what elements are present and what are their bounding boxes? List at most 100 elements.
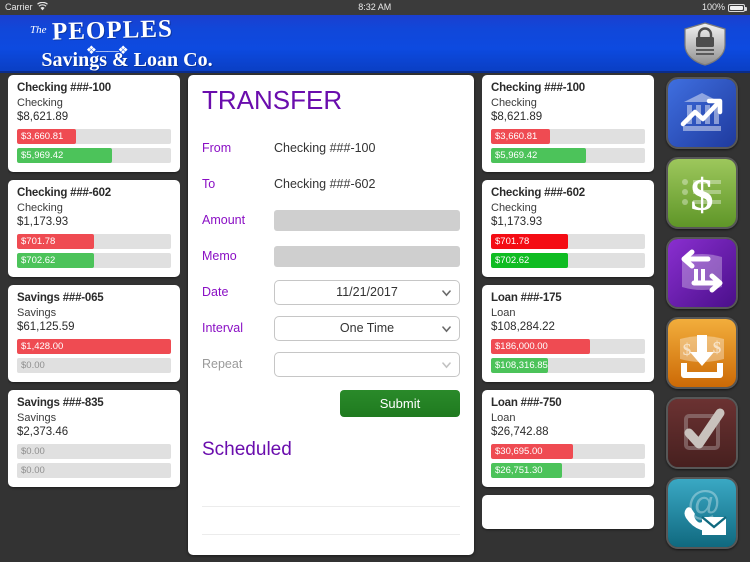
account-card[interactable]: Checking ###-100 Checking $8,621.89 $3,660.…	[482, 75, 654, 172]
account-bar-track: $702.62	[491, 253, 645, 268]
account-bar-track: $30,695.00	[491, 444, 645, 459]
account-bar-label: $5,969.42	[495, 150, 538, 161]
account-bar-label: $702.62	[495, 255, 530, 266]
brand-logo[interactable]: The PEOPLES ❖——❖ Savings & Loan Co.	[22, 15, 232, 71]
transfer-panel: TRANSFER From Checking ###-100 To Checki…	[188, 75, 474, 555]
account-name: Checking ###-100	[17, 82, 111, 94]
action-toolbar: $ $ $ @	[654, 75, 750, 562]
account-type: Savings	[17, 412, 57, 424]
logo-peoples-word: PEOPLES	[51, 15, 174, 46]
account-balance: $2,373.46	[17, 426, 69, 438]
account-card[interactable]: Checking ###-100 Checking $8,621.89 $3,660.…	[8, 75, 180, 172]
account-name: Savings ###-835	[17, 397, 104, 409]
scheduled-row[interactable]	[202, 507, 460, 535]
account-bar-track: $5,969.42	[491, 148, 645, 163]
account-card[interactable]: Loan ###-750 Loan $26,742.88 $30,695.00 $26,…	[482, 390, 654, 487]
account-name: Checking ###-602	[491, 187, 585, 199]
account-bar-track: $3,660.81	[491, 129, 645, 144]
account-bar-label: $5,969.42	[21, 150, 64, 161]
account-card[interactable]: Checking ###-602 Checking $1,173.93 $701.78…	[8, 180, 180, 277]
to-label: To	[202, 177, 216, 191]
account-name: Checking ###-602	[17, 187, 111, 199]
carrier-label: Carrier	[5, 2, 33, 12]
accounts-overview-icon[interactable]	[666, 77, 738, 149]
date-row: Date 11/21/2017	[202, 274, 460, 310]
account-bar-track: $701.78	[17, 234, 171, 249]
account-card[interactable]: Savings ###-065 Savings $61,125.59 $1,428.0…	[8, 285, 180, 382]
account-type: Loan	[491, 307, 516, 319]
wifi-icon	[36, 1, 48, 14]
logo-subtitle: Savings & Loan Co.	[41, 49, 213, 71]
account-bar-label: $26,751.30	[495, 465, 543, 476]
submit-button[interactable]: Submit	[340, 390, 460, 417]
account-balance: $8,621.89	[491, 111, 543, 123]
account-bar-track: $26,751.30	[491, 463, 645, 478]
repeat-select[interactable]	[274, 351, 460, 377]
scheduled-row[interactable]	[202, 479, 460, 507]
account-name: Savings ###-065	[17, 292, 104, 304]
status-bar: Carrier 8:32 AM 100%	[0, 0, 750, 15]
account-bar-track: $701.78	[491, 234, 645, 249]
account-bar-label: $0.00	[21, 360, 45, 371]
battery-percent-label: 100%	[701, 2, 725, 12]
date-select[interactable]: 11/21/2017	[274, 279, 460, 305]
account-bar-track: $108,316.85	[491, 358, 645, 373]
contact-icon[interactable]: @	[666, 477, 738, 549]
account-bar-label: $1,428.00	[21, 341, 64, 352]
account-bar-track: $702.62	[17, 253, 171, 268]
memo-row: Memo	[202, 238, 460, 274]
account-balance: $108,284.22	[491, 321, 555, 333]
svg-text:$: $	[713, 338, 722, 357]
from-row: From Checking ###-100	[202, 130, 460, 166]
account-bar-track: $5,969.42	[17, 148, 171, 163]
amount-label: Amount	[202, 213, 246, 227]
scheduled-heading: Scheduled	[202, 439, 292, 460]
payments-dollar-icon[interactable]: $	[666, 157, 738, 229]
chevron-down-icon	[442, 287, 451, 297]
scheduled-transfers-list	[202, 479, 460, 555]
amount-row: Amount	[202, 202, 460, 238]
account-balance: $26,742.88	[491, 426, 549, 438]
status-bar-clock: 8:32 AM	[358, 2, 392, 12]
left-account-column[interactable]: Checking ###-100 Checking $8,621.89 $3,660.…	[8, 75, 180, 562]
account-bar-track: $0.00	[17, 463, 171, 478]
date-select-value: 11/21/2017	[336, 285, 398, 299]
from-account-value[interactable]: Checking ###-100	[274, 141, 375, 155]
account-name: Loan ###-750	[491, 397, 562, 409]
account-card[interactable]: Savings ###-835 Savings $2,373.46 $0.00 $0.0…	[8, 390, 180, 487]
account-type: Checking	[17, 97, 63, 109]
account-bar-track: $1,428.00	[17, 339, 171, 354]
account-type: Savings	[17, 307, 57, 319]
shield-lock-icon[interactable]	[682, 21, 728, 67]
account-name: Loan ###-175	[491, 292, 562, 304]
account-card[interactable]: Checking ###-602 Checking $1,173.93 $701.78…	[482, 180, 654, 277]
to-account-value[interactable]: Checking ###-602	[274, 177, 375, 191]
transfer-arrows-icon[interactable]	[666, 237, 738, 309]
chevron-down-icon	[442, 359, 451, 369]
svg-text:$: $	[691, 169, 714, 220]
repeat-row: Repeat	[202, 346, 460, 382]
memo-input[interactable]	[274, 245, 460, 267]
date-label: Date	[202, 285, 229, 299]
account-bar-label: $3,660.81	[21, 131, 64, 142]
account-bar-label: $3,660.81	[495, 131, 538, 142]
right-account-column[interactable]: Checking ###-100 Checking $8,621.89 $3,660.…	[482, 75, 654, 562]
account-bar-track: $0.00	[17, 444, 171, 459]
account-name: Checking ###-100	[491, 82, 585, 94]
battery-icon	[728, 3, 747, 12]
amount-input[interactable]	[274, 209, 460, 231]
account-card-partial[interactable]	[482, 495, 654, 529]
battery-fill	[730, 5, 743, 10]
deposit-icon[interactable]: $ $	[666, 317, 738, 389]
account-balance: $61,125.59	[17, 321, 75, 333]
approvals-check-icon[interactable]	[666, 397, 738, 469]
logo-top-line: The PEOPLES ❖——❖	[22, 15, 232, 57]
account-bar-label: $701.78	[21, 236, 56, 247]
from-label: From	[202, 141, 232, 155]
interval-select[interactable]: One Time	[274, 315, 460, 341]
account-card[interactable]: Loan ###-175 Loan $108,284.22 $186,000.00 $1…	[482, 285, 654, 382]
scheduled-row[interactable]	[202, 535, 460, 555]
account-bar-label: $30,695.00	[495, 446, 543, 457]
account-bar-track: $3,660.81	[17, 129, 171, 144]
account-balance: $1,173.93	[491, 216, 543, 228]
